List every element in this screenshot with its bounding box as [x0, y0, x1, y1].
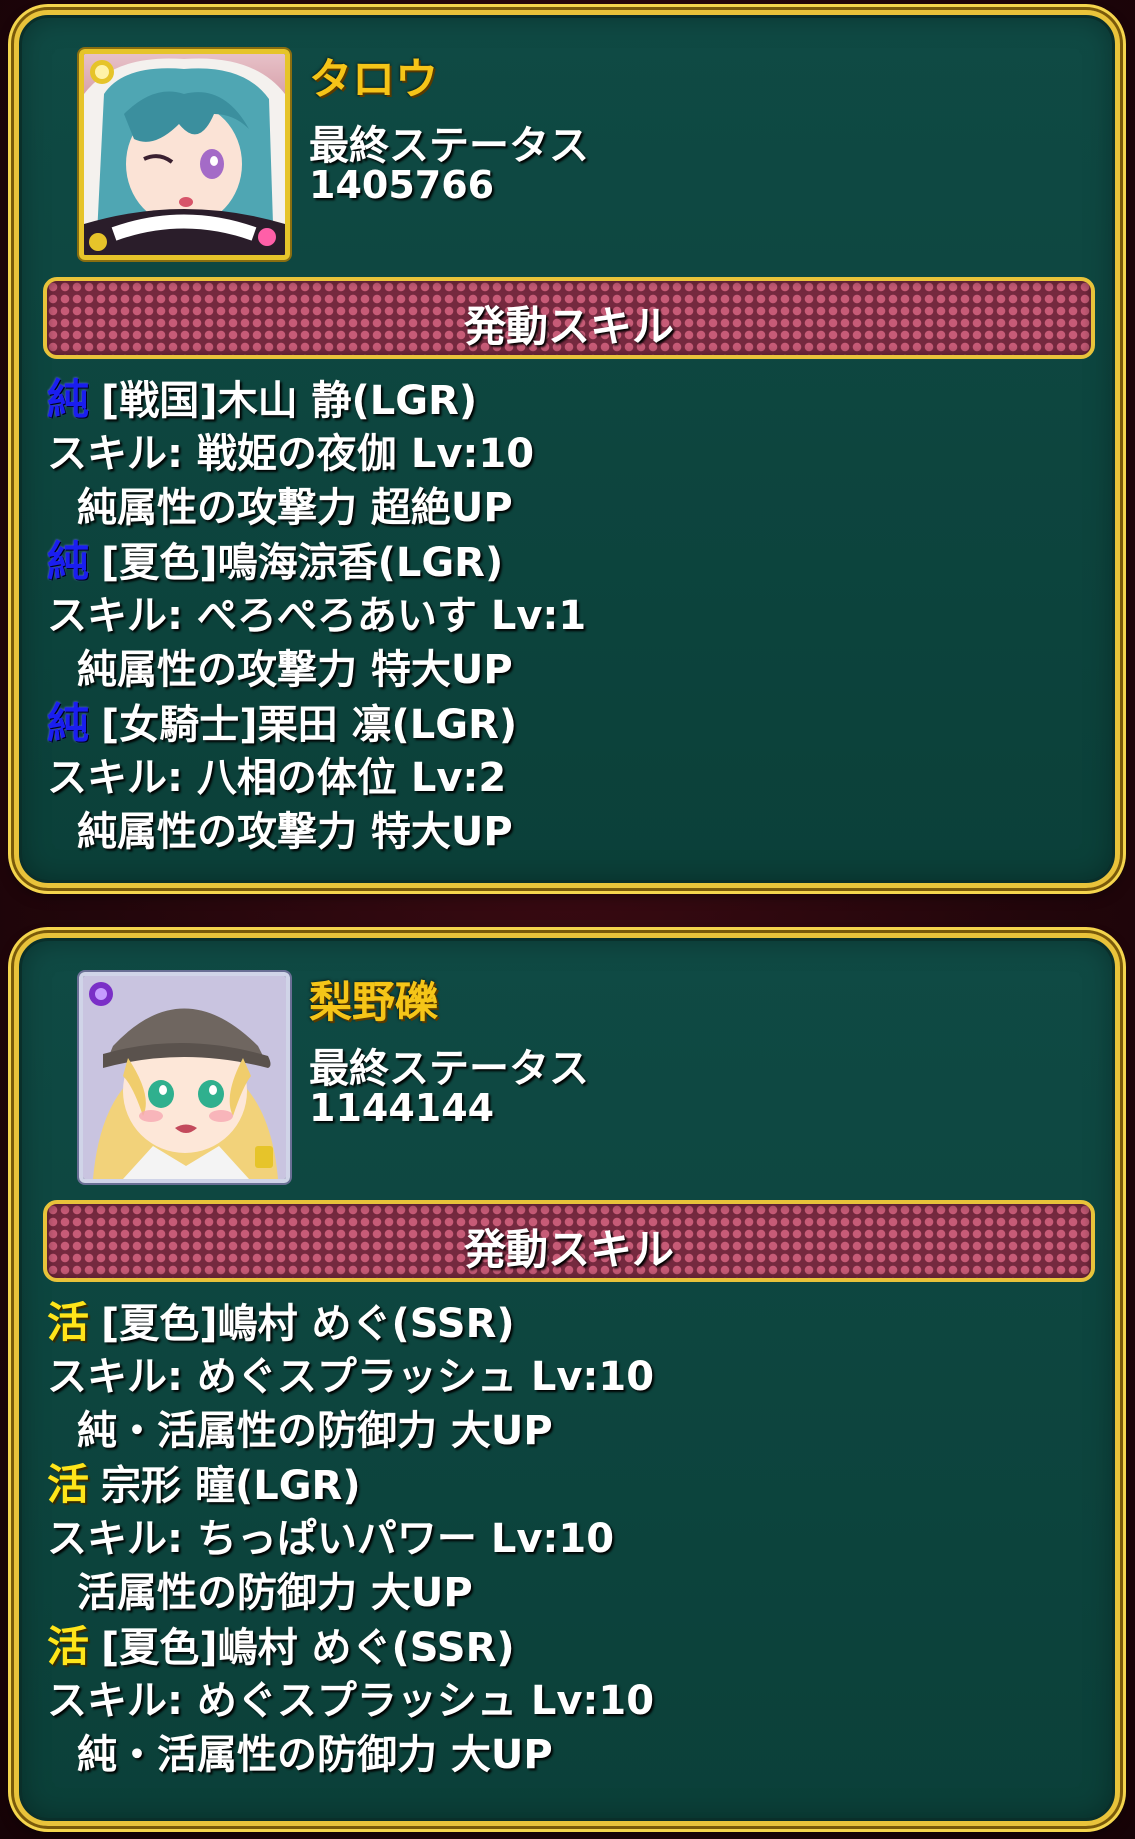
- skill-effect-row: 純・活属性の防御力 大UP: [77, 1732, 553, 1778]
- character-name: タロウ: [309, 55, 438, 105]
- member-name: [夏色]嶋村 めぐ(SSR): [101, 1301, 515, 1347]
- skill-member-row: 活 [夏色]嶋村 めぐ(SSR): [47, 1620, 1097, 1674]
- skill-name-row: スキル: 戦姫の夜伽 Lv:10: [47, 431, 535, 477]
- skill-member-row: 活宗形 瞳(LGR): [47, 1458, 1097, 1512]
- skill-member-row: 活 [夏色]嶋村 めぐ(SSR): [47, 1296, 1097, 1350]
- skill-name-row: スキル: めぐスプラッシュ Lv:10: [47, 1354, 655, 1400]
- skill-effect-row: 活属性の防御力 大UP: [77, 1570, 473, 1616]
- attribute-badge: 活: [47, 1460, 90, 1509]
- attribute-badge: 純: [47, 375, 90, 424]
- attribute-badge: 純: [47, 699, 90, 748]
- attribute-badge: 純: [47, 537, 90, 586]
- active-skill-header: 発動スキル: [43, 277, 1095, 359]
- active-skill-header: 発動スキル: [43, 1200, 1095, 1282]
- skill-list: 純 [戦国]木山 静(LGR) スキル: 戦姫の夜伽 Lv:10 純属性の攻撃力 …: [47, 373, 1097, 859]
- member-name: [夏色]嶋村 めぐ(SSR): [101, 1625, 515, 1671]
- skill-list: 活 [夏色]嶋村 めぐ(SSR) スキル: めぐスプラッシュ Lv:10 純・活属…: [47, 1296, 1097, 1782]
- skill-name-row: スキル: ぺろぺろあいす Lv:1: [47, 593, 587, 639]
- final-status-value: 1144144: [309, 1086, 495, 1130]
- active-skill-header-label: 発動スキル: [463, 302, 674, 351]
- skill-effect-row: 純属性の攻撃力 超絶UP: [77, 485, 513, 531]
- active-skill-header-label: 発動スキル: [463, 1225, 674, 1274]
- skill-effect-row: 純属性の攻撃力 特大UP: [77, 809, 513, 855]
- character-card-1: タロウ 最終ステータス 1405766 発動スキル 純 [戦国]木山 静(LGR)…: [14, 10, 1120, 888]
- character-name: 梨野礫: [309, 978, 438, 1028]
- character-card-2: 梨野礫 最終ステータス 1144144 発動スキル 活 [夏色]嶋村 めぐ(SSR…: [14, 933, 1120, 1826]
- character-portrait-2[interactable]: [79, 972, 290, 1183]
- skill-member-row: 純 [女騎士]栗田 凛(LGR): [47, 697, 1097, 751]
- skill-effect-row: 純・活属性の防御力 大UP: [77, 1408, 553, 1454]
- member-name: 宗形 瞳(LGR): [101, 1463, 361, 1509]
- member-name: [戦国]木山 静(LGR): [101, 378, 478, 424]
- skill-name-row: スキル: ちっぱいパワー Lv:10: [47, 1516, 615, 1562]
- skill-name-row: スキル: めぐスプラッシュ Lv:10: [47, 1678, 655, 1724]
- member-name: [女騎士]栗田 凛(LGR): [101, 702, 518, 748]
- portrait-blonde-girl-with-cap-icon: [83, 976, 286, 1179]
- skill-member-row: 純 [夏色]鳴海涼香(LGR): [47, 535, 1097, 589]
- skill-effect-row: 純属性の攻撃力 特大UP: [77, 647, 513, 693]
- skill-member-row: 純 [戦国]木山 静(LGR): [47, 373, 1097, 427]
- member-name: [夏色]鳴海涼香(LGR): [101, 540, 504, 586]
- attribute-badge: 活: [47, 1298, 90, 1347]
- character-portrait-1[interactable]: [79, 49, 290, 260]
- skill-name-row: スキル: 八相の体位 Lv:2: [47, 755, 507, 801]
- attribute-badge: 活: [47, 1622, 90, 1671]
- portrait-silver-haired-girl-icon: [84, 54, 285, 255]
- final-status-value: 1405766: [309, 163, 495, 207]
